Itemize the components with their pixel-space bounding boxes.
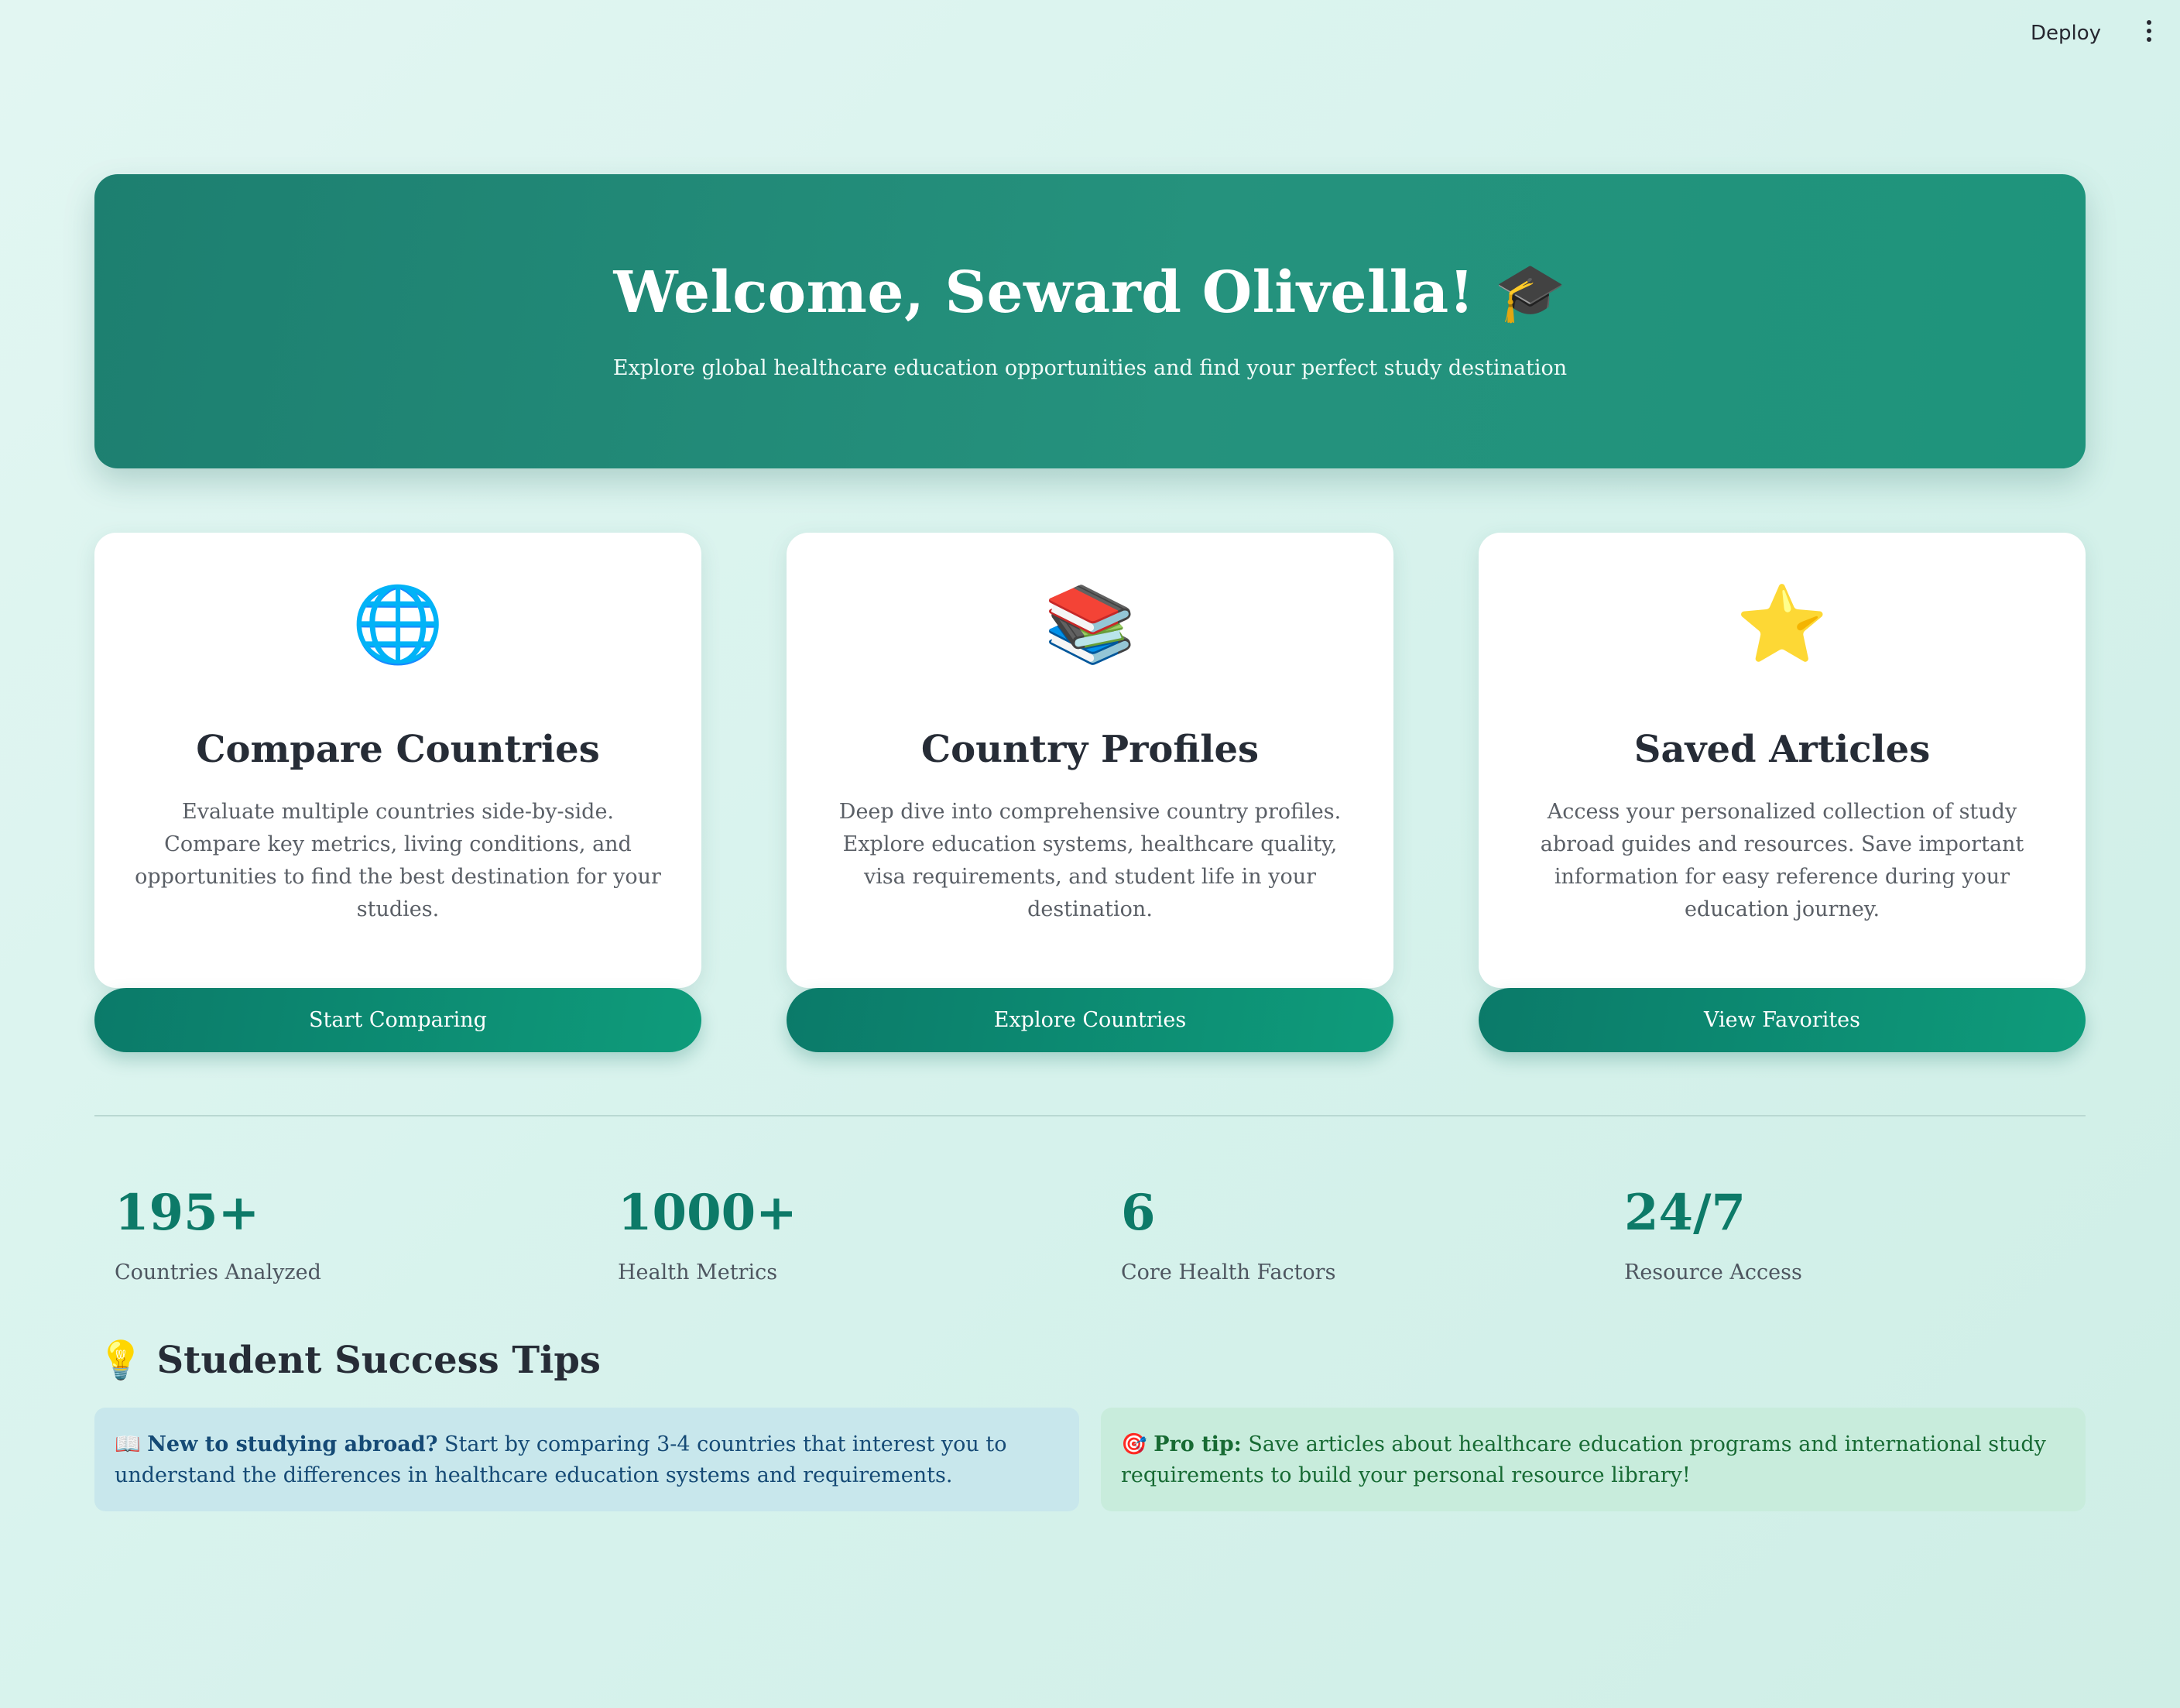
- stat-label: Health Metrics: [618, 1260, 778, 1285]
- stat-label: Resource Access: [1624, 1260, 1802, 1285]
- card-description: Deep dive into comprehensive country pro…: [838, 800, 1342, 921]
- card-title: Saved Articles: [1633, 728, 1931, 771]
- target-icon: 🎯: [1121, 1432, 1147, 1456]
- tip-bold-label: New to studying abroad?: [147, 1432, 438, 1456]
- deploy-button[interactable]: Deploy: [2020, 17, 2112, 50]
- stat-health-metrics: 1000+ Health Metrics: [618, 1184, 1082, 1285]
- stat-label: Core Health Factors: [1121, 1260, 1336, 1285]
- globe-icon: 🌐: [351, 581, 444, 667]
- card-description: Access your personalized collection of s…: [1540, 800, 2024, 921]
- stat-core-factors: 6 Core Health Factors: [1121, 1184, 1585, 1285]
- section-divider: [94, 1115, 2086, 1116]
- info-tip-alert: 📖 New to studying abroad? Start by compa…: [94, 1408, 1079, 1511]
- card-description: Evaluate multiple countries side-by-side…: [135, 800, 661, 921]
- view-favorites-button[interactable]: View Favorites: [1479, 988, 2086, 1052]
- explore-countries-button[interactable]: Explore Countries: [787, 988, 1393, 1052]
- open-book-icon: 📖: [115, 1432, 141, 1456]
- tip-bold-label: Pro tip:: [1153, 1432, 1242, 1456]
- stat-value: 195+: [115, 1184, 260, 1242]
- more-vertical-icon[interactable]: [2137, 17, 2160, 45]
- stat-countries: 195+ Countries Analyzed: [115, 1184, 579, 1285]
- welcome-subtitle: Explore global healthcare education oppo…: [612, 356, 1568, 380]
- tip-text: Save articles about healthcare education…: [1121, 1432, 2046, 1487]
- country-profiles-card: 📚 Country Profiles Deep dive into compre…: [787, 533, 1393, 988]
- welcome-title: Welcome, Seward Olivella! 🎓: [613, 259, 1567, 326]
- stat-value: 24/7: [1624, 1184, 1746, 1242]
- pro-tip-alert: 🎯 Pro tip: Save articles about healthcar…: [1101, 1408, 2086, 1511]
- star-icon: ⭐: [1736, 581, 1829, 667]
- stat-resource-access: 24/7 Resource Access: [1624, 1184, 2089, 1285]
- top-toolbar: Deploy: [0, 0, 2180, 65]
- card-title: Country Profiles: [920, 728, 1260, 771]
- stat-value: 1000+: [618, 1184, 797, 1242]
- compare-countries-card: 🌐 Compare Countries Evaluate multiple co…: [94, 533, 701, 988]
- welcome-hero: Welcome, Seward Olivella! 🎓 Explore glob…: [94, 174, 2086, 468]
- books-icon: 📚: [1044, 581, 1136, 667]
- card-title: Compare Countries: [196, 728, 600, 771]
- start-comparing-button[interactable]: Start Comparing: [94, 988, 701, 1052]
- stat-value: 6: [1121, 1184, 1156, 1242]
- tips-heading: 💡 Student Success Tips: [98, 1339, 601, 1382]
- saved-articles-card: ⭐ Saved Articles Access your personalize…: [1479, 533, 2086, 988]
- stat-label: Countries Analyzed: [115, 1260, 321, 1285]
